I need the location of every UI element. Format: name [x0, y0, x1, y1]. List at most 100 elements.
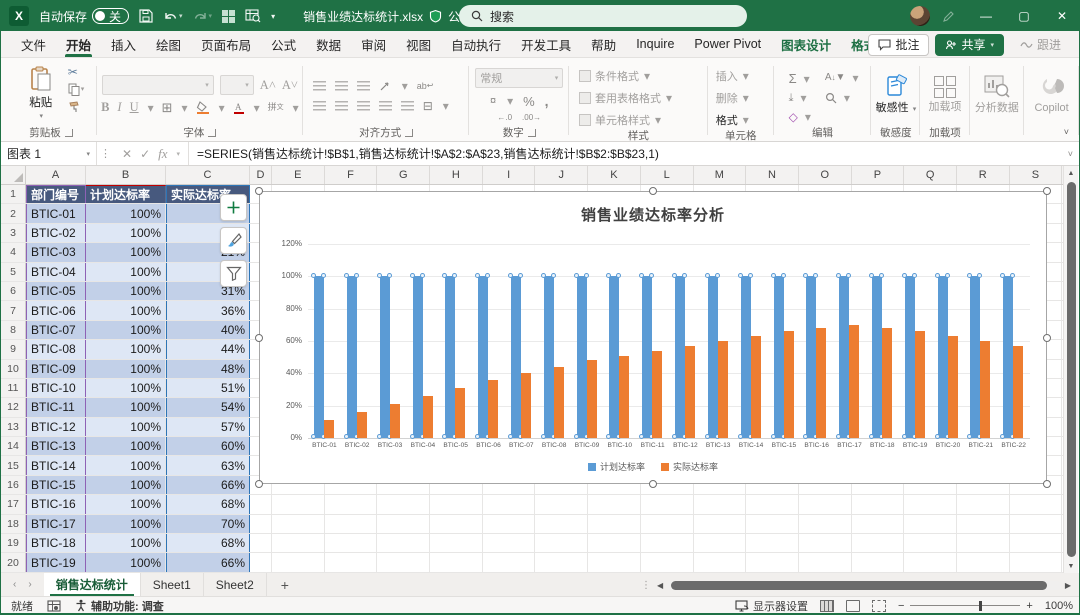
scroll-up-icon[interactable]: ▲	[1064, 166, 1078, 180]
cell-N18[interactable]	[746, 514, 799, 534]
chart-title[interactable]: 销售业绩达标率分析	[260, 204, 1046, 225]
bar-实际达标率-BTIC-02[interactable]	[356, 412, 367, 438]
row-header-6[interactable]: 6	[1, 281, 26, 301]
search-input[interactable]: 搜索	[459, 5, 747, 27]
tab-开发工具[interactable]: 开发工具	[511, 31, 581, 57]
legend-item-实际达标率[interactable]: 实际达标率	[661, 460, 718, 473]
column-header-D[interactable]: D	[250, 166, 272, 184]
cell-G17[interactable]	[377, 495, 431, 514]
cell-I19[interactable]	[483, 534, 536, 553]
column-header-O[interactable]: O	[799, 166, 852, 184]
bar-计划达标率-BTIC-22[interactable]	[1000, 273, 1016, 439]
prev-sheet-icon[interactable]: ‹	[13, 579, 16, 590]
bar-计划达标率-BTIC-16[interactable]	[803, 273, 819, 439]
row-header-2[interactable]: 2	[1, 204, 26, 223]
cell-C16[interactable]: 66%	[166, 475, 250, 495]
bar-实际达标率-BTIC-21[interactable]	[980, 341, 991, 438]
column-header-Q[interactable]: Q	[904, 166, 957, 184]
cell-C20[interactable]: 66%	[166, 553, 250, 572]
cell-D20[interactable]	[250, 553, 272, 572]
cell-C13[interactable]: 57%	[166, 417, 250, 437]
autosave-toggle[interactable]: 自动保存 关	[39, 8, 130, 25]
vertical-scrollbar[interactable]: ▲ ▼	[1063, 166, 1078, 573]
cell-B10[interactable]: 100%	[86, 359, 166, 378]
cell-B13[interactable]: 100%	[86, 417, 166, 437]
align-top-icon[interactable]	[312, 81, 326, 91]
cell-B18[interactable]: 100%	[86, 514, 166, 534]
cell-I17[interactable]	[483, 495, 536, 514]
cell-G18[interactable]	[377, 514, 431, 534]
scroll-down-icon[interactable]: ▼	[1064, 559, 1078, 573]
cell-B4[interactable]: 100%	[86, 243, 166, 262]
cell-styles-button[interactable]: 单元格样式 ▾	[579, 112, 661, 128]
bar-计划达标率-BTIC-01[interactable]	[311, 273, 326, 439]
bar-计划达标率-BTIC-09[interactable]	[573, 273, 589, 439]
cell-A17[interactable]: BTIC-16	[26, 495, 86, 514]
cell-B8[interactable]: 100%	[86, 320, 166, 340]
cell-B20[interactable]: 100%	[86, 553, 166, 572]
cell-O18[interactable]	[799, 514, 852, 534]
column-header-K[interactable]: K	[588, 166, 641, 184]
bar-实际达标率-BTIC-18[interactable]	[881, 328, 892, 438]
cell-F17[interactable]	[325, 495, 378, 514]
fill-down-icon[interactable]: ⤓	[789, 92, 794, 104]
cell-C11[interactable]: 51%	[166, 378, 250, 398]
cell-A7[interactable]: BTIC-06	[26, 301, 86, 320]
sensitivity-button[interactable]: 敏感性 ▾	[876, 102, 917, 116]
cell-B11[interactable]: 100%	[86, 378, 166, 398]
column-header-A[interactable]: A	[26, 166, 86, 184]
font-size-select[interactable]: ▾	[219, 75, 254, 95]
cell-K17[interactable]	[588, 495, 641, 514]
cell-B14[interactable]: 100%	[86, 437, 166, 456]
bar-实际达标率-BTIC-22[interactable]	[1013, 345, 1024, 438]
cell-N17[interactable]	[746, 495, 799, 514]
chart-resize-handle[interactable]	[255, 333, 263, 342]
zoom-in-icon[interactable]: +	[1026, 600, 1032, 612]
tab-数据[interactable]: 数据	[306, 31, 351, 57]
orientation-icon[interactable]	[379, 80, 392, 92]
bar-计划达标率-BTIC-12[interactable]	[672, 273, 687, 439]
column-header-C[interactable]: C	[166, 166, 250, 184]
row-header-1[interactable]: 1	[1, 185, 26, 204]
sheet-tab-Sheet2[interactable]: Sheet2	[204, 573, 267, 596]
bar-实际达标率-BTIC-09[interactable]	[586, 360, 597, 438]
column-header-R[interactable]: R	[957, 166, 1010, 184]
follow-button[interactable]: 跟进	[1010, 34, 1071, 56]
cell-R17[interactable]	[957, 495, 1010, 514]
bar-计划达标率-BTIC-21[interactable]	[967, 273, 983, 439]
cell-A2[interactable]: BTIC-01	[26, 204, 86, 223]
cell-B7[interactable]: 100%	[86, 301, 166, 320]
align-left-icon[interactable]	[312, 101, 326, 111]
cell-A20[interactable]: BTIC-19	[26, 553, 86, 572]
cell-R19[interactable]	[957, 534, 1010, 553]
cell-A4[interactable]: BTIC-03	[26, 243, 86, 262]
row-header-19[interactable]: 19	[1, 534, 26, 553]
cell-N19[interactable]	[746, 534, 799, 553]
column-header-L[interactable]: L	[641, 166, 694, 184]
chart-resize-handle[interactable]	[649, 187, 657, 195]
tab-文件[interactable]: 文件	[11, 31, 56, 57]
cell-C18[interactable]: 70%	[166, 514, 250, 534]
bar-计划达标率-BTIC-15[interactable]	[770, 273, 786, 439]
cell-C14[interactable]: 60%	[166, 437, 250, 456]
cell-F20[interactable]	[325, 553, 378, 572]
row-header-9[interactable]: 9	[1, 340, 26, 359]
align-middle-icon[interactable]	[334, 81, 348, 91]
fill-color-icon[interactable]	[196, 101, 210, 114]
row-header-3[interactable]: 3	[1, 223, 26, 243]
bar-实际达标率-BTIC-03[interactable]	[389, 404, 400, 438]
column-header-E[interactable]: E	[272, 166, 325, 184]
format-painter-icon[interactable]	[68, 101, 85, 113]
chart-resize-handle[interactable]	[1043, 333, 1051, 342]
undo-button[interactable]: ▾	[163, 10, 183, 23]
row-header-16[interactable]: 16	[1, 475, 26, 495]
comments-button[interactable]: 批注	[868, 33, 930, 56]
cell-Q20[interactable]	[904, 553, 957, 572]
cell-S18[interactable]	[1010, 514, 1063, 534]
tab-视图[interactable]: 视图	[396, 31, 441, 57]
bar-计划达标率-BTIC-13[interactable]	[704, 273, 720, 439]
share-button[interactable]: 共享 ▾	[935, 33, 1004, 56]
cell-Q19[interactable]	[904, 534, 957, 553]
cell-C9[interactable]: 44%	[166, 340, 250, 359]
cell-L19[interactable]	[641, 534, 694, 553]
